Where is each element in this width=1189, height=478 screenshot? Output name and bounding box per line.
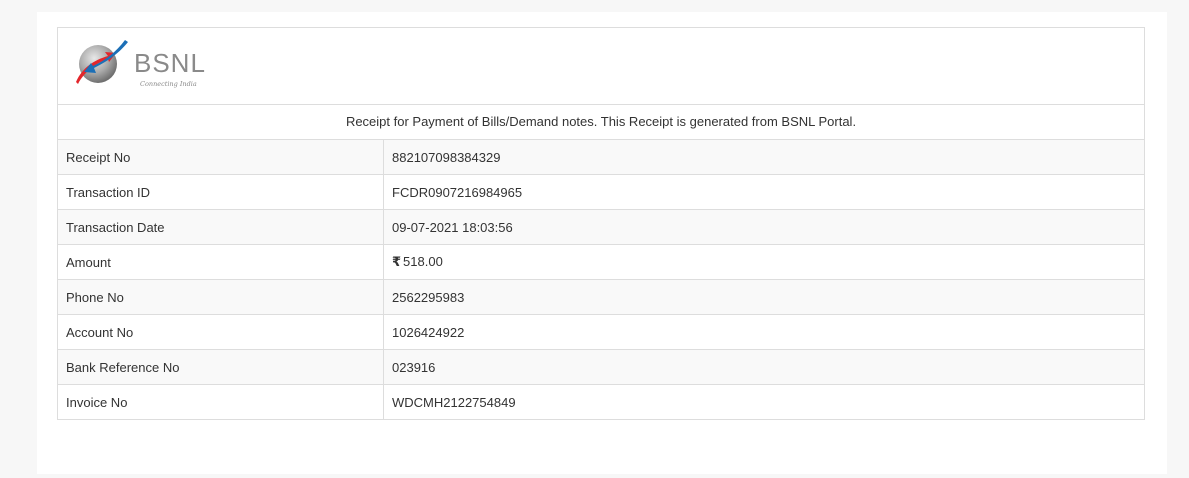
logo-tagline: Connecting India — [140, 80, 197, 88]
receipt-page: BSNL Connecting India Receipt for Paymen… — [37, 12, 1167, 474]
table-row-account-no: Account No 1026424922 — [58, 314, 1144, 350]
receipt-details-table: Receipt No 882107098384329 Transaction I… — [58, 140, 1144, 419]
logo-wordmark: BSNL — [134, 48, 206, 78]
table-row-transaction-date: Transaction Date 09-07-2021 18:03:56 — [58, 209, 1144, 245]
amount-value: 518.00 — [403, 254, 443, 269]
logo-header: BSNL Connecting India — [58, 28, 1144, 105]
row-label: Account No — [58, 314, 384, 350]
row-label: Amount — [58, 244, 384, 280]
row-value: WDCMH2122754849 — [383, 384, 1144, 419]
row-label: Transaction Date — [58, 209, 384, 245]
table-row-invoice-no: Invoice No WDCMH2122754849 — [58, 384, 1144, 419]
table-row-bank-reference-no: Bank Reference No 023916 — [58, 349, 1144, 385]
row-label: Bank Reference No — [58, 349, 384, 385]
row-value: 2562295983 — [383, 279, 1144, 315]
table-row-amount: Amount ₹518.00 — [58, 244, 1144, 280]
row-value-amount: ₹518.00 — [383, 244, 1144, 280]
table-row-transaction-id: Transaction ID FCDR0907216984965 — [58, 174, 1144, 210]
row-value: 1026424922 — [383, 314, 1144, 350]
row-value: FCDR0907216984965 — [383, 174, 1144, 210]
receipt-card: BSNL Connecting India Receipt for Paymen… — [57, 27, 1145, 420]
table-row-receipt-no: Receipt No 882107098384329 — [58, 140, 1144, 175]
table-row-phone-no: Phone No 2562295983 — [58, 279, 1144, 315]
row-label: Transaction ID — [58, 174, 384, 210]
row-label: Phone No — [58, 279, 384, 315]
row-value: 09-07-2021 18:03:56 — [383, 209, 1144, 245]
bsnl-logo: BSNL Connecting India — [76, 40, 206, 88]
row-value: 023916 — [383, 349, 1144, 385]
row-value: 882107098384329 — [383, 140, 1144, 175]
receipt-caption: Receipt for Payment of Bills/Demand note… — [58, 105, 1144, 140]
row-label: Receipt No — [58, 140, 384, 175]
rupee-icon: ₹ — [392, 255, 402, 270]
row-label: Invoice No — [58, 384, 384, 419]
